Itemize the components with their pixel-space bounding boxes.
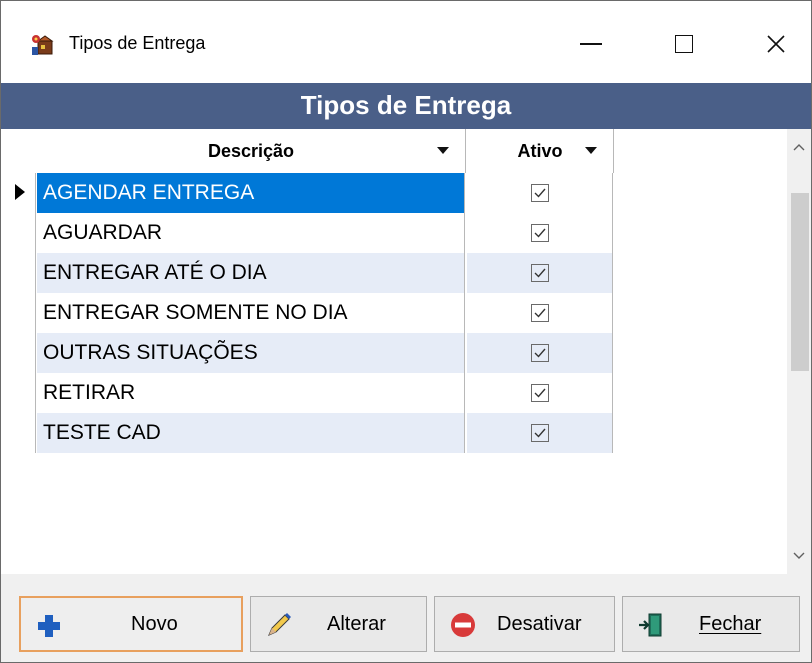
checkbox-checked-icon[interactable] — [530, 344, 549, 362]
checkbox-checked-icon[interactable] — [530, 304, 549, 322]
fechar-button[interactable]: Fechar — [622, 596, 800, 652]
alterar-button-label: Alterar — [327, 612, 386, 635]
scroll-up-button[interactable] — [787, 129, 811, 165]
column-header-label: Ativo — [517, 140, 563, 161]
column-header-ativo[interactable]: Ativo — [467, 129, 614, 173]
minimize-icon — [580, 43, 602, 45]
dialog-window: Tipos de Entrega Tipos de Entrega Descri… — [0, 0, 812, 663]
pencil-icon — [265, 611, 293, 639]
delivery-app-icon — [29, 31, 59, 59]
cell-ativo[interactable] — [467, 213, 613, 253]
desativar-button-label: Desativar — [497, 612, 582, 635]
cell-descricao[interactable]: ENTREGAR SOMENTE NO DIA — [37, 293, 465, 333]
close-icon — [767, 35, 785, 53]
page-title: Tipos de Entrega — [1, 83, 811, 129]
cell-ativo[interactable] — [467, 373, 613, 413]
chevron-down-icon — [793, 552, 805, 559]
cell-ativo[interactable] — [467, 173, 613, 213]
dropdown-arrow-icon[interactable] — [585, 147, 597, 154]
cell-ativo[interactable] — [467, 413, 613, 453]
novo-button[interactable]: Novo — [19, 596, 243, 652]
cell-ativo[interactable] — [467, 253, 613, 293]
table-row[interactable]: TESTE CAD — [37, 413, 613, 453]
exit-door-icon — [637, 611, 665, 639]
table-row[interactable]: AGUARDAR — [37, 213, 613, 253]
no-entry-icon — [449, 611, 477, 639]
chevron-up-icon — [793, 144, 805, 151]
plus-icon — [35, 612, 63, 640]
dropdown-arrow-icon[interactable] — [437, 147, 449, 154]
desativar-button[interactable]: Desativar — [434, 596, 615, 652]
checkbox-checked-icon[interactable] — [530, 184, 549, 202]
column-header-descricao[interactable]: Descrição — [37, 129, 466, 173]
table-row[interactable]: ENTREGAR SOMENTE NO DIA — [37, 293, 613, 333]
maximize-icon — [675, 35, 693, 53]
table-row[interactable]: OUTRAS SITUAÇÕES — [37, 333, 613, 373]
scroll-down-button[interactable] — [787, 538, 811, 574]
cell-descricao[interactable]: TESTE CAD — [37, 413, 465, 453]
data-grid[interactable]: Descrição Ativo AGENDAR ENTREGA AGUARDAR — [1, 129, 787, 574]
table-row[interactable]: ENTREGAR ATÉ O DIA — [37, 253, 613, 293]
minimize-button[interactable] — [561, 19, 621, 69]
title-bar[interactable]: Tipos de Entrega — [1, 1, 811, 83]
checkbox-checked-icon[interactable] — [530, 224, 549, 242]
column-header-label: Descrição — [207, 140, 295, 161]
novo-button-label: Novo — [131, 612, 178, 635]
current-row-arrow-icon — [15, 184, 25, 200]
button-bar: Novo Alterar Desativar Fechar — [1, 574, 811, 662]
cell-ativo[interactable] — [467, 293, 613, 333]
window-title: Tipos de Entrega — [69, 33, 206, 53]
maximize-button[interactable] — [654, 19, 714, 69]
alterar-button[interactable]: Alterar — [250, 596, 427, 652]
checkbox-checked-icon[interactable] — [530, 264, 549, 282]
vertical-scrollbar[interactable] — [787, 129, 811, 574]
row-indicator-column — [1, 173, 36, 453]
cell-descricao[interactable]: AGENDAR ENTREGA — [37, 173, 465, 213]
table-row[interactable]: RETIRAR — [37, 373, 613, 413]
checkbox-checked-icon[interactable] — [530, 424, 549, 442]
cell-descricao[interactable]: OUTRAS SITUAÇÕES — [37, 333, 465, 373]
grid-table: Descrição Ativo AGENDAR ENTREGA AGUARDAR — [1, 129, 614, 453]
cell-ativo[interactable] — [467, 333, 613, 373]
cell-descricao[interactable]: ENTREGAR ATÉ O DIA — [37, 253, 465, 293]
close-button[interactable] — [746, 19, 806, 69]
cell-descricao[interactable]: AGUARDAR — [37, 213, 465, 253]
cell-descricao[interactable]: RETIRAR — [37, 373, 465, 413]
fechar-button-label: Fechar — [699, 612, 762, 635]
checkbox-checked-icon[interactable] — [530, 384, 549, 402]
scroll-thumb[interactable] — [791, 193, 809, 371]
table-row[interactable]: AGENDAR ENTREGA — [37, 173, 613, 213]
